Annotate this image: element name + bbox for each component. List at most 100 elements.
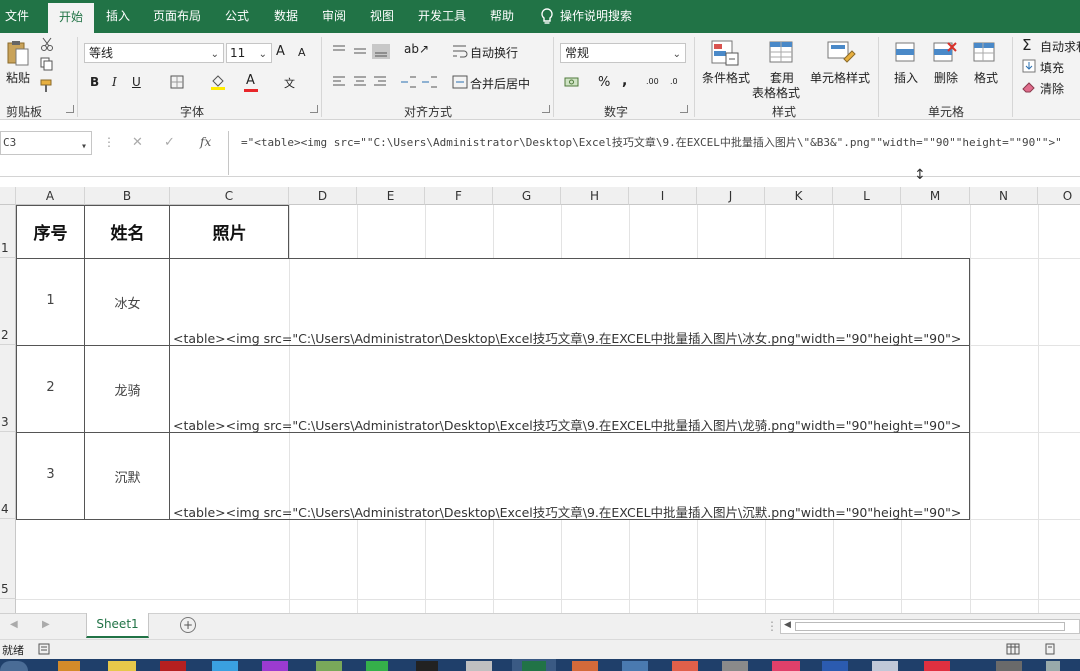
scroll-left-icon[interactable]: ◀ — [10, 619, 18, 630]
format-painter-icon[interactable] — [40, 79, 56, 93]
insert-cells-icon[interactable] — [892, 39, 918, 67]
eraser-icon[interactable] — [1022, 81, 1036, 93]
taskbar-app-icon[interactable] — [872, 661, 898, 671]
format-cells-icon[interactable] — [972, 39, 998, 67]
clipboard-launcher[interactable] — [66, 105, 74, 113]
cell-formula-text[interactable]: <table><img src="C:\Users\Administrator\… — [173, 415, 961, 434]
phonetic-icon[interactable]: 文 — [284, 75, 295, 91]
row-header-2[interactable]: 2 — [0, 258, 16, 345]
taskbar-app-icon[interactable] — [366, 661, 388, 671]
column-header-m[interactable]: M — [901, 187, 970, 205]
comma-button[interactable]: , — [622, 73, 627, 89]
font-color-button[interactable]: A — [246, 73, 255, 88]
number-format-select[interactable]: 常规 ⌄ — [560, 43, 686, 63]
macro-record-icon[interactable] — [38, 643, 50, 655]
currency-icon[interactable] — [564, 75, 580, 89]
autosum-button[interactable]: 自动求和 — [1040, 38, 1080, 55]
vertical-align-icons[interactable] — [332, 43, 392, 59]
row-header-4[interactable]: 4 — [0, 432, 16, 519]
paste-icon[interactable] — [6, 39, 30, 67]
font-launcher[interactable] — [310, 105, 318, 113]
column-header-n[interactable]: N — [970, 187, 1038, 205]
row-header-1[interactable]: 1 — [0, 205, 16, 258]
merge-center-button[interactable]: 合并后居中 — [470, 75, 530, 92]
shrink-font-button[interactable]: A — [298, 46, 306, 59]
fill-down-icon[interactable] — [1022, 59, 1036, 73]
tab-view[interactable]: 视图 — [364, 0, 400, 33]
scroll-left-arrow-icon[interactable]: ◀ — [784, 620, 791, 630]
taskbar-app-icon[interactable] — [822, 661, 848, 671]
scroll-right-icon[interactable]: ▶ — [42, 619, 50, 630]
taskbar-app-icon[interactable] — [316, 661, 342, 671]
column-header-j[interactable]: J — [697, 187, 765, 205]
number-launcher[interactable] — [680, 105, 688, 113]
format-as-table-icon[interactable] — [768, 39, 796, 67]
format-cells-button[interactable]: 格式 — [974, 69, 998, 86]
wrap-text-button[interactable]: 自动换行 — [470, 44, 518, 61]
header-cell-photo[interactable]: 照片 — [170, 219, 289, 244]
worksheet-grid[interactable]: A B C D E F G H I J K L M N O 1 2 3 4 5 — [0, 187, 1080, 613]
tab-developer[interactable]: 开发工具 — [412, 0, 472, 33]
wrap-text-icon[interactable] — [452, 43, 468, 59]
increase-decimal-icon[interactable]: .00 — [646, 77, 659, 86]
orientation-icon[interactable]: ab↗ — [404, 42, 429, 56]
tab-insert[interactable]: 插入 — [100, 0, 136, 33]
scrollbar-thumb[interactable] — [795, 622, 1065, 631]
autosum-icon[interactable]: Σ — [1022, 36, 1031, 54]
paste-button[interactable]: 粘贴 — [6, 69, 30, 86]
row-header-6[interactable] — [0, 599, 16, 613]
cut-icon[interactable] — [40, 37, 54, 51]
delete-cells-button[interactable]: 删除 — [934, 69, 958, 86]
taskbar-app-icon[interactable] — [416, 661, 438, 671]
horizontal-align-icons[interactable] — [332, 75, 392, 89]
percent-button[interactable]: % — [598, 75, 610, 90]
borders-icon[interactable] — [170, 75, 184, 89]
fill-color-icon[interactable] — [210, 73, 226, 91]
tell-me-search[interactable]: 操作说明搜索 — [560, 0, 640, 33]
row-header-5[interactable]: 5 — [0, 519, 16, 599]
column-header-d[interactable]: D — [289, 187, 357, 205]
conditional-format-icon[interactable] — [710, 39, 740, 67]
column-header-h[interactable]: H — [561, 187, 629, 205]
cell-name[interactable]: 冰女 — [85, 293, 170, 312]
taskbar-app-icon[interactable] — [1046, 661, 1060, 671]
insert-cells-button[interactable]: 插入 — [894, 69, 918, 86]
insert-function-button[interactable]: fx — [200, 135, 211, 149]
cell-index[interactable]: 3 — [16, 467, 85, 482]
font-name-select[interactable]: 等线 ⌄ — [84, 43, 224, 63]
sheet-tab-sheet1[interactable]: Sheet1 — [86, 613, 149, 638]
taskbar-app-icon[interactable] — [466, 661, 492, 671]
indent-icons[interactable] — [400, 75, 438, 89]
excel-app-icon[interactable] — [522, 661, 546, 671]
tab-file[interactable]: 文件 — [0, 0, 34, 33]
taskbar-app-icon[interactable] — [160, 661, 186, 671]
column-header-g[interactable]: G — [493, 187, 561, 205]
cell-name[interactable]: 沉默 — [85, 467, 170, 486]
taskbar-app-icon[interactable] — [672, 661, 698, 671]
tab-review[interactable]: 审阅 — [316, 0, 352, 33]
formula-input[interactable]: ="<table><img src=""C:\Users\Administrat… — [228, 131, 1080, 175]
cell-name[interactable]: 龙骑 — [85, 380, 170, 399]
taskbar-app-icon[interactable] — [722, 661, 748, 671]
header-cell-name[interactable]: 姓名 — [85, 219, 170, 244]
cell-index[interactable]: 1 — [16, 293, 85, 308]
row-header-3[interactable]: 3 — [0, 345, 16, 432]
select-all-corner[interactable] — [0, 187, 16, 205]
tab-page-layout[interactable]: 页面布局 — [148, 0, 206, 33]
start-button[interactable] — [0, 661, 28, 671]
taskbar-app-icon[interactable] — [996, 661, 1022, 671]
conditional-format-button[interactable]: 条件格式 — [702, 69, 750, 86]
header-cell-index[interactable]: 序号 — [16, 219, 85, 244]
page-layout-icon[interactable] — [1044, 643, 1056, 655]
add-sheet-icon[interactable]: + — [180, 617, 196, 633]
italic-button[interactable]: I — [112, 75, 117, 89]
column-header-i[interactable]: I — [629, 187, 697, 205]
cell-formula-text[interactable]: <table><img src="C:\Users\Administrator\… — [173, 502, 961, 521]
normal-view-icon[interactable] — [1006, 643, 1020, 655]
taskbar-app-icon[interactable] — [772, 661, 800, 671]
column-header-l[interactable]: L — [833, 187, 901, 205]
alignment-launcher[interactable] — [542, 105, 550, 113]
copy-icon[interactable] — [40, 57, 54, 71]
cell-styles-button[interactable]: 单元格样式 — [810, 69, 870, 86]
clear-button[interactable]: 清除 — [1040, 80, 1064, 97]
